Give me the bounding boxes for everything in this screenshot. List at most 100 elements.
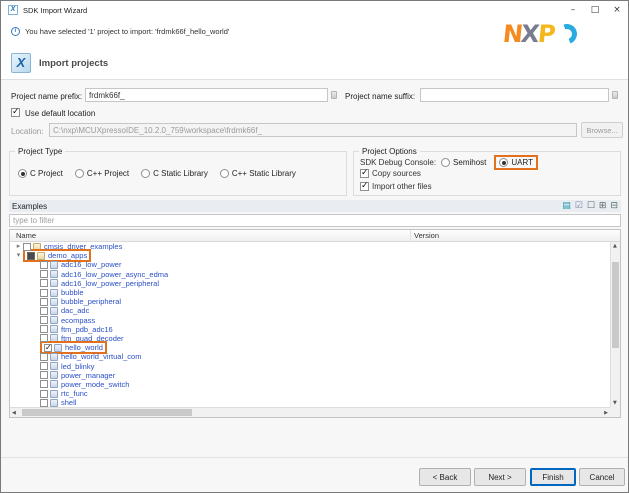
tree-row-led-blinky[interactable]: led_blinky bbox=[10, 361, 610, 370]
tree-row-bubble-peripheral[interactable]: bubble_peripheral bbox=[10, 297, 610, 306]
project-icon bbox=[50, 390, 58, 398]
tree-row-power-manager[interactable]: power_manager bbox=[10, 371, 610, 380]
tree-item-checkbox[interactable] bbox=[40, 307, 48, 315]
use-default-location-checkbox[interactable] bbox=[11, 108, 20, 117]
column-header-name[interactable]: Name bbox=[16, 231, 36, 240]
expand-all-icon[interactable]: ⊞ bbox=[599, 201, 607, 211]
select-all-icon[interactable]: ☑ bbox=[575, 201, 583, 211]
project-icon bbox=[50, 261, 58, 269]
tree-item-label: dac_adc bbox=[61, 306, 89, 315]
column-divider[interactable] bbox=[410, 230, 411, 241]
project-icon bbox=[50, 353, 58, 361]
collapse-all-icon[interactable]: ⊟ bbox=[610, 201, 618, 211]
location-input[interactable] bbox=[49, 123, 577, 137]
import-archive-icon[interactable]: ▤ bbox=[562, 201, 571, 211]
radio-icon bbox=[220, 169, 229, 178]
tree-item-checkbox[interactable] bbox=[40, 380, 48, 388]
scroll-left-icon[interactable]: ◀ bbox=[12, 410, 16, 416]
checkbox-icon bbox=[360, 169, 369, 178]
tree-row-adc16-low-power[interactable]: adc16_low_power bbox=[10, 260, 610, 269]
maximize-button[interactable]: □ bbox=[584, 1, 606, 19]
tree-row-demo-apps[interactable]: ▾demo_apps bbox=[10, 251, 610, 260]
tree-row-cmsis-driver-examples[interactable]: ▸cmsis_driver_examples bbox=[10, 242, 610, 251]
tree-row-dac-adc[interactable]: dac_adc bbox=[10, 306, 610, 315]
project-options-checks: Copy sourcesImport other files bbox=[360, 167, 432, 193]
collapse-toggle-icon[interactable]: ▾ bbox=[14, 251, 23, 260]
tree-item-checkbox[interactable] bbox=[40, 316, 48, 324]
column-header-version[interactable]: Version bbox=[414, 231, 439, 240]
checkbox-import-other-files[interactable]: Import other files bbox=[360, 180, 432, 193]
scroll-up-icon[interactable]: ▲ bbox=[613, 243, 617, 249]
tree-item-checkbox[interactable] bbox=[23, 243, 31, 251]
cancel-button[interactable]: Cancel bbox=[579, 468, 625, 486]
radio-label: UART bbox=[511, 158, 533, 167]
tree-row-power-mode-switch[interactable]: power_mode_switch bbox=[10, 380, 610, 389]
tree-row-shell[interactable]: shell bbox=[10, 398, 610, 407]
vertical-scrollbar-thumb[interactable] bbox=[612, 262, 619, 348]
tree-item-checkbox[interactable] bbox=[40, 298, 48, 306]
tree-row-hello-world[interactable]: hello_world bbox=[10, 343, 610, 352]
deselect-all-icon[interactable]: ☐ bbox=[587, 201, 595, 211]
tree-item-checkbox[interactable] bbox=[27, 252, 35, 260]
examples-title: Examples bbox=[12, 202, 47, 211]
nxp-swoosh-icon bbox=[554, 20, 581, 47]
tree-item-checkbox[interactable] bbox=[40, 261, 48, 269]
sdk-import-wizard-window: SDK Import Wizard – □ × You have selecte… bbox=[0, 0, 629, 493]
radio-c-static-library[interactable]: C++ Static Library bbox=[220, 169, 296, 178]
tree-row-bubble[interactable]: bubble bbox=[10, 288, 610, 297]
tree-row-rtc-func[interactable]: rtc_func bbox=[10, 389, 610, 398]
close-button[interactable]: × bbox=[606, 1, 628, 19]
radio-c-project[interactable]: C Project bbox=[18, 169, 63, 178]
next-button[interactable]: Next > bbox=[474, 468, 526, 486]
filter-input[interactable] bbox=[9, 214, 621, 227]
tree-item-checkbox[interactable] bbox=[40, 371, 48, 379]
radio-semihost[interactable]: Semihost bbox=[441, 158, 486, 167]
tree-item-checkbox[interactable] bbox=[40, 362, 48, 370]
suffix-input[interactable] bbox=[420, 88, 609, 102]
finish-button[interactable]: Finish bbox=[530, 468, 576, 486]
tree-row-adc16-low-power-peripheral[interactable]: adc16_low_power_peripheral bbox=[10, 279, 610, 288]
project-icon bbox=[50, 316, 58, 324]
tree-row-hello-world-virtual-com[interactable]: hello_world_virtual_com bbox=[10, 352, 610, 361]
radio-label: C++ Project bbox=[87, 169, 129, 178]
checkbox-copy-sources[interactable]: Copy sources bbox=[360, 167, 432, 180]
tree-row-adc16-low-power-async-edma[interactable]: adc16_low_power_async_edma bbox=[10, 270, 610, 279]
expand-toggle-icon[interactable]: ▸ bbox=[14, 242, 23, 251]
window-controls: – □ × bbox=[562, 1, 628, 19]
category-icon bbox=[37, 252, 45, 260]
tree-item-label: adc16_low_power bbox=[61, 260, 121, 269]
prefix-input[interactable] bbox=[85, 88, 328, 102]
tree-item-checkbox[interactable] bbox=[40, 399, 48, 407]
tree-item-label: adc16_low_power_peripheral bbox=[61, 279, 159, 288]
footer-separator bbox=[1, 457, 628, 458]
back-button[interactable]: < Back bbox=[419, 468, 471, 486]
radio-c-static-library[interactable]: C Static Library bbox=[141, 169, 208, 178]
tree-row-ecompass[interactable]: ecompass bbox=[10, 316, 610, 325]
tree-item-checkbox[interactable] bbox=[40, 279, 48, 287]
tree-item-checkbox[interactable] bbox=[40, 390, 48, 398]
tree-item-checkbox[interactable] bbox=[44, 344, 52, 352]
tree-item-checkbox[interactable] bbox=[40, 334, 48, 342]
examples-tree: ▸cmsis_driver_examples▾demo_appsadc16_lo… bbox=[10, 242, 610, 407]
horizontal-scrollbar-thumb[interactable] bbox=[22, 409, 192, 416]
window-title: SDK Import Wizard bbox=[23, 6, 87, 15]
banner-message: You have selected '1' project to import:… bbox=[25, 27, 229, 36]
horizontal-scrollbar[interactable]: ◀ ▶ bbox=[10, 407, 610, 417]
titlebar[interactable]: SDK Import Wizard – □ × bbox=[1, 1, 628, 19]
tree-item-checkbox[interactable] bbox=[40, 353, 48, 361]
radio-c-project[interactable]: C++ Project bbox=[75, 169, 129, 178]
tree-item-checkbox[interactable] bbox=[40, 270, 48, 278]
suffix-label: Project name suffix: bbox=[345, 92, 415, 101]
tree-item-checkbox[interactable] bbox=[40, 289, 48, 297]
radio-uart[interactable]: UART bbox=[494, 155, 538, 170]
tree-item-label: led_blinky bbox=[61, 362, 94, 371]
mcuxpresso-icon bbox=[11, 53, 31, 73]
tree-item-checkbox[interactable] bbox=[40, 325, 48, 333]
sdk-debug-console-label: SDK Debug Console: bbox=[360, 158, 436, 167]
minimize-button[interactable]: – bbox=[562, 1, 584, 19]
vertical-scrollbar[interactable]: ▲ ▼ bbox=[610, 242, 620, 407]
browse-button[interactable]: Browse... bbox=[581, 122, 623, 138]
scroll-right-icon[interactable]: ▶ bbox=[604, 410, 608, 416]
scroll-down-icon[interactable]: ▼ bbox=[613, 400, 617, 406]
tree-row-ftm-pdb-adc16[interactable]: ftm_pdb_adc16 bbox=[10, 325, 610, 334]
